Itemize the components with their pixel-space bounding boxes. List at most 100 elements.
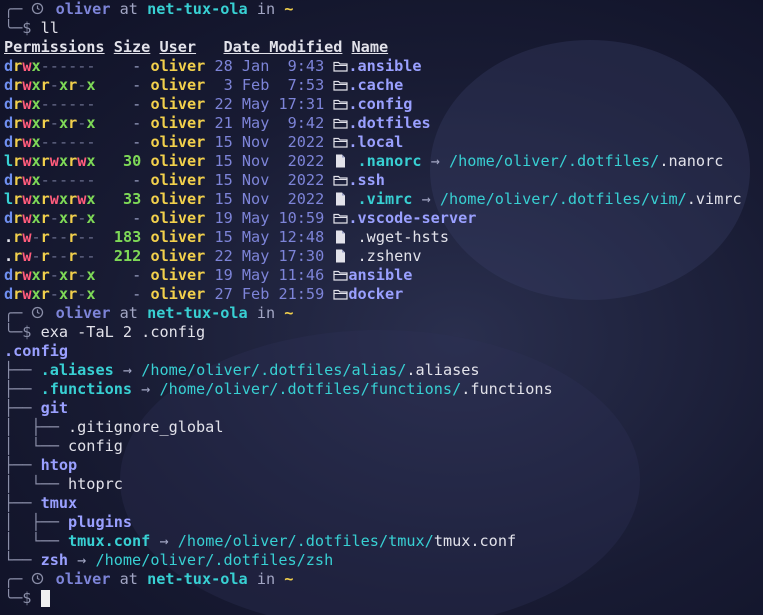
tree-branch: ├── — [4, 399, 41, 417]
dir-name[interactable]: .local — [348, 133, 403, 151]
tree-item[interactable]: │ ├── .gitignore_global — [0, 418, 763, 437]
date-cell: 15 Nov 2022 — [214, 152, 325, 170]
text-cursor[interactable] — [40, 590, 50, 607]
link-target-file: .vimrc — [686, 190, 742, 208]
permissions-cell: drwxr-xr-x — [4, 114, 96, 132]
file-name[interactable]: .wget-hsts — [358, 228, 449, 246]
listing-row[interactable]: drwxr-xr-x - oliver 19 May 11:46 ansible — [0, 266, 763, 285]
listing-row[interactable]: drwxr-xr-x - oliver 3 Feb 7:53 .cache — [0, 76, 763, 95]
dir-name[interactable]: .vscode-server — [348, 209, 476, 227]
permissions-cell: drwxr-xr-x — [4, 76, 96, 94]
permissions-cell: drwxr-xr-x — [4, 266, 96, 284]
listing-row[interactable]: lrwxrwxrwx 30 oliver 15 Nov 2022 .nanorc… — [0, 152, 763, 171]
tree-branch: └── — [4, 551, 41, 569]
tree-item[interactable]: └── zsh → /home/oliver/.dotfiles/zsh — [0, 551, 763, 570]
clock-icon — [31, 0, 46, 19]
terminal-content: ╭─ oliver at net-tux-ola in ~ ╰─$ ll Permi… — [0, 0, 763, 608]
tree-dir-name[interactable]: htop — [41, 456, 78, 474]
tree-link-name[interactable]: .aliases — [41, 361, 114, 379]
dir-name[interactable]: .dotfiles — [348, 114, 430, 132]
date-cell: 22 May 17:30 — [214, 247, 325, 265]
file-icon — [333, 190, 348, 209]
dir-name[interactable]: .ansible — [348, 57, 421, 75]
tree-dir-name[interactable]: tmux — [41, 494, 78, 512]
command-line: ╰─$ — [0, 589, 763, 608]
file-name[interactable]: .zshenv — [358, 247, 422, 265]
tree-root-name[interactable]: .config — [4, 342, 68, 360]
tree-file-name[interactable]: config — [68, 437, 123, 455]
header-size: Size — [113, 38, 151, 56]
tree-item[interactable]: │ └── tmux.conf → /home/oliver/.dotfiles… — [0, 532, 763, 551]
dir-name[interactable]: docker — [348, 285, 403, 303]
command-line: ╰─$ ll — [0, 19, 763, 38]
listing-row[interactable]: .rw-r--r-- 183 oliver 15 May 12:48 .wget… — [0, 228, 763, 247]
size-cell: 33 — [123, 190, 142, 208]
size-cell: - — [132, 57, 142, 75]
clock-icon — [31, 570, 46, 589]
folder-icon — [333, 95, 348, 114]
listing-row[interactable]: drwx------ - oliver 28 Jan 9:43 .ansible — [0, 57, 763, 76]
tree-dir-name[interactable]: git — [41, 399, 68, 417]
link-target-dir: /home/oliver/.dotfiles/ — [449, 152, 660, 170]
file-icon — [333, 247, 348, 266]
dir-name[interactable]: .cache — [348, 76, 403, 94]
listing-row[interactable]: drwxr-xr-x - oliver 21 May 9:42 .dotfile… — [0, 114, 763, 133]
prompt-at: at — [119, 304, 138, 322]
listing-row[interactable]: drwx------ - oliver 15 Nov 2022 .local — [0, 133, 763, 152]
size-cell: - — [132, 209, 142, 227]
prompt-line: ╭─ oliver at net-tux-ola in ~ — [0, 304, 763, 323]
permissions-cell: .rw-r--r-- — [4, 228, 96, 246]
tree-file-name[interactable]: htoprc — [68, 475, 123, 493]
tree-item[interactable]: ├── tmux — [0, 494, 763, 513]
tree-item[interactable]: ├── .functions → /home/oliver/.dotfiles/… — [0, 380, 763, 399]
tree-item[interactable]: │ ├── plugins — [0, 513, 763, 532]
listing-row[interactable]: .rw-r--r-- 212 oliver 22 May 17:30 .zshe… — [0, 247, 763, 266]
link-name[interactable]: .nanorc — [358, 152, 422, 170]
listing-row[interactable]: lrwxrwxrwx 33 oliver 15 Nov 2022 .vimrc … — [0, 190, 763, 209]
tree-branch: ├── — [4, 361, 41, 379]
prompt-dir: ~ — [284, 0, 294, 18]
tree-item[interactable]: │ └── htoprc — [0, 475, 763, 494]
tree-file-name[interactable]: .gitignore_global — [68, 418, 223, 436]
folder-icon — [333, 209, 348, 228]
size-cell: 183 — [113, 228, 142, 246]
owner-cell: oliver — [150, 209, 206, 227]
tree-dir-name[interactable]: plugins — [68, 513, 132, 531]
date-cell: 21 May 9:42 — [214, 114, 325, 132]
prompt-line: ╭─ oliver at net-tux-ola in ~ — [0, 0, 763, 19]
prompt-at: at — [119, 570, 138, 588]
tree-branch: ├── — [4, 380, 41, 398]
tree-branch: │ └── — [4, 532, 69, 550]
dir-name[interactable]: ansible — [348, 266, 412, 284]
link-name[interactable]: .vimrc — [358, 190, 413, 208]
tree-link-name[interactable]: tmux.conf — [68, 532, 150, 550]
tree-item[interactable]: ├── htop — [0, 456, 763, 475]
tree-dirlink-name[interactable]: zsh — [41, 551, 68, 569]
owner-cell: oliver — [150, 152, 206, 170]
listing-row[interactable]: drwx------ - oliver 15 Nov 2022 .ssh — [0, 171, 763, 190]
tree-item[interactable]: │ └── config — [0, 437, 763, 456]
listing-row[interactable]: drwx------ - oliver 22 May 17:31 .config — [0, 95, 763, 114]
tree-item[interactable]: ├── git — [0, 399, 763, 418]
tree-item[interactable]: ├── .aliases → /home/oliver/.dotfiles/al… — [0, 361, 763, 380]
prompt-dir: ~ — [284, 570, 294, 588]
dir-name[interactable]: .config — [348, 95, 412, 113]
owner-cell: oliver — [150, 247, 206, 265]
listing-row[interactable]: drwxr-xr-x - oliver 27 Feb 21:59 docker — [0, 285, 763, 304]
prompt-host: net-tux-ola — [147, 0, 248, 18]
dir-name[interactable]: .ssh — [348, 171, 385, 189]
terminal-window[interactable]: ╭─ oliver at net-tux-ola in ~ ╰─$ ll Permi… — [0, 0, 763, 615]
permissions-cell: drwxr-xr-x — [4, 209, 96, 227]
tree-link-name[interactable]: .functions — [41, 380, 132, 398]
owner-cell: oliver — [150, 285, 206, 303]
owner-cell: oliver — [150, 76, 206, 94]
date-cell: 19 May 11:46 — [214, 266, 325, 284]
listing-row[interactable]: drwxr-xr-x - oliver 19 May 10:59 .vscode… — [0, 209, 763, 228]
folder-icon — [333, 171, 348, 190]
prompt-host: net-tux-ola — [147, 304, 248, 322]
link-arrow: → — [141, 380, 151, 398]
link-arrow: → — [77, 551, 87, 569]
size-cell: - — [132, 285, 142, 303]
link-arrow: → — [421, 190, 431, 208]
owner-cell: oliver — [150, 133, 206, 151]
